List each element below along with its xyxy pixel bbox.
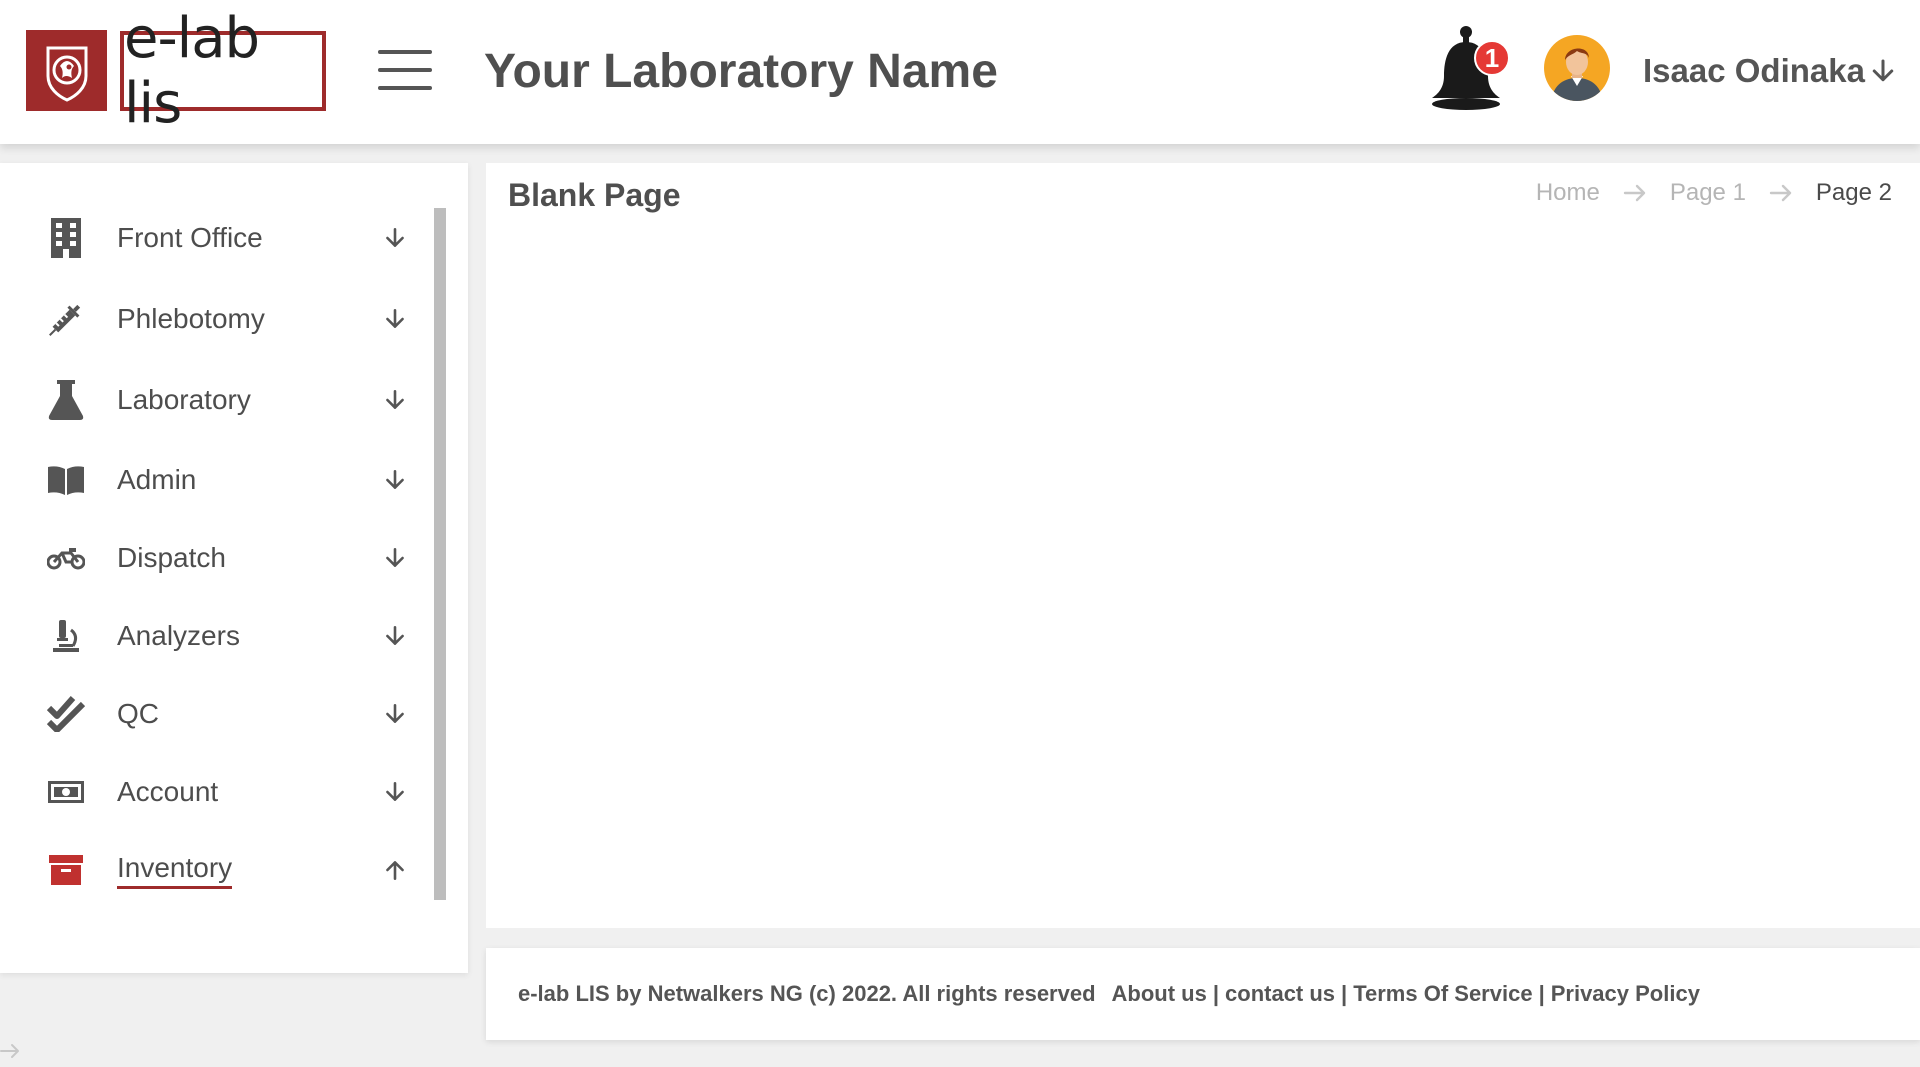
motorcycle-icon [46, 538, 86, 578]
page-title: Blank Page [508, 177, 681, 213]
sidebar-item-laboratory[interactable]: Laboratory [0, 365, 440, 435]
main-content: Blank Page Home Page 1 Page 2 [486, 163, 1920, 928]
logo-icon[interactable] [26, 30, 107, 111]
arrow-down-icon[interactable] [380, 621, 410, 651]
user-name[interactable]: Isaac Odinaka [1643, 52, 1865, 90]
breadcrumb-page-1[interactable]: Page 1 [1670, 179, 1746, 207]
footer-separator: | [1538, 981, 1545, 1006]
sidebar-item-label: QC [117, 698, 159, 729]
sidebar-item-label: Front Office [117, 222, 263, 253]
sidebar-item-label: Dispatch [117, 542, 226, 573]
arrow-right-icon [1622, 181, 1648, 205]
lab-name: Your Laboratory Name [484, 45, 998, 98]
sidebar-item-label: Phlebotomy [117, 303, 265, 334]
sidebar-item-label: Laboratory [117, 384, 251, 415]
breadcrumb-page-2: Page 2 [1815, 179, 1892, 206]
sidebar-item-label: Account [117, 776, 219, 807]
breadcrumb-home[interactable]: Home [1536, 179, 1600, 207]
arrow-down-icon[interactable] [380, 699, 410, 729]
user-avatar[interactable] [1543, 34, 1611, 102]
sidebar-item-analyzers[interactable]: Analyzers [0, 601, 440, 671]
arrow-right-icon [0, 1040, 22, 1062]
footer-link-terms[interactable]: Terms Of Service [1353, 981, 1532, 1007]
double-check-icon [46, 694, 86, 734]
sidebar-item-label: Admin [117, 464, 197, 495]
syringe-icon [46, 299, 86, 339]
top-header: e-lab lis Your Laboratory Name 1 Isaac O… [0, 0, 1920, 144]
footer-copyright: e-lab LIS by Netwalkers NG (c) 2022. All… [518, 981, 1096, 1006]
sidebar-item-label: Inventory [117, 852, 233, 889]
logo-text[interactable]: e-lab lis [120, 6, 326, 136]
arrow-down-icon[interactable] [380, 465, 410, 495]
footer-separator: | [1212, 981, 1220, 1006]
archive-box-icon [46, 850, 86, 890]
footer-separator: | [1341, 981, 1348, 1006]
flask-icon [46, 380, 86, 420]
footer: e-lab LIS by Netwalkers NG (c) 2022. All… [486, 948, 1920, 1040]
arrow-right-icon [1768, 181, 1794, 205]
sidebar: Front Office Phlebotomy Laboratory Admin… [0, 163, 468, 973]
sidebar-item-phlebotomy[interactable]: Phlebotomy [0, 284, 440, 354]
footer-link-contact[interactable]: contact us [1225, 981, 1335, 1007]
arrow-down-icon[interactable] [380, 385, 410, 415]
sidebar-item-label: Analyzers [117, 620, 240, 651]
sidebar-item-inventory[interactable]: Inventory [0, 835, 440, 905]
sidebar-item-front-office[interactable]: Front Office [0, 203, 440, 273]
arrow-down-icon[interactable] [380, 543, 410, 573]
sidebar-item-admin[interactable]: Admin [0, 445, 440, 515]
sidebar-item-account[interactable]: Account [0, 757, 440, 827]
arrow-down-icon[interactable] [1868, 56, 1898, 86]
breadcrumb: Home Page 1 Page 2 [1536, 179, 1892, 207]
book-icon [46, 460, 86, 500]
money-bill-icon [46, 772, 86, 812]
arrow-down-icon[interactable] [380, 304, 410, 334]
footer-link-privacy[interactable]: Privacy Policy [1551, 981, 1700, 1007]
microscope-icon [46, 616, 86, 656]
arrow-down-icon[interactable] [380, 777, 410, 807]
sidebar-scrollbar[interactable] [434, 208, 446, 900]
arrow-up-icon[interactable] [380, 855, 410, 885]
hamburger-menu-icon[interactable] [378, 50, 432, 90]
sidebar-item-dispatch[interactable]: Dispatch [0, 523, 440, 593]
footer-link-about[interactable]: About us [1112, 981, 1207, 1007]
building-icon [46, 218, 86, 258]
notification-badge: 1 [1474, 40, 1510, 76]
sidebar-item-qc[interactable]: QC [0, 679, 440, 749]
arrow-down-icon[interactable] [380, 223, 410, 253]
